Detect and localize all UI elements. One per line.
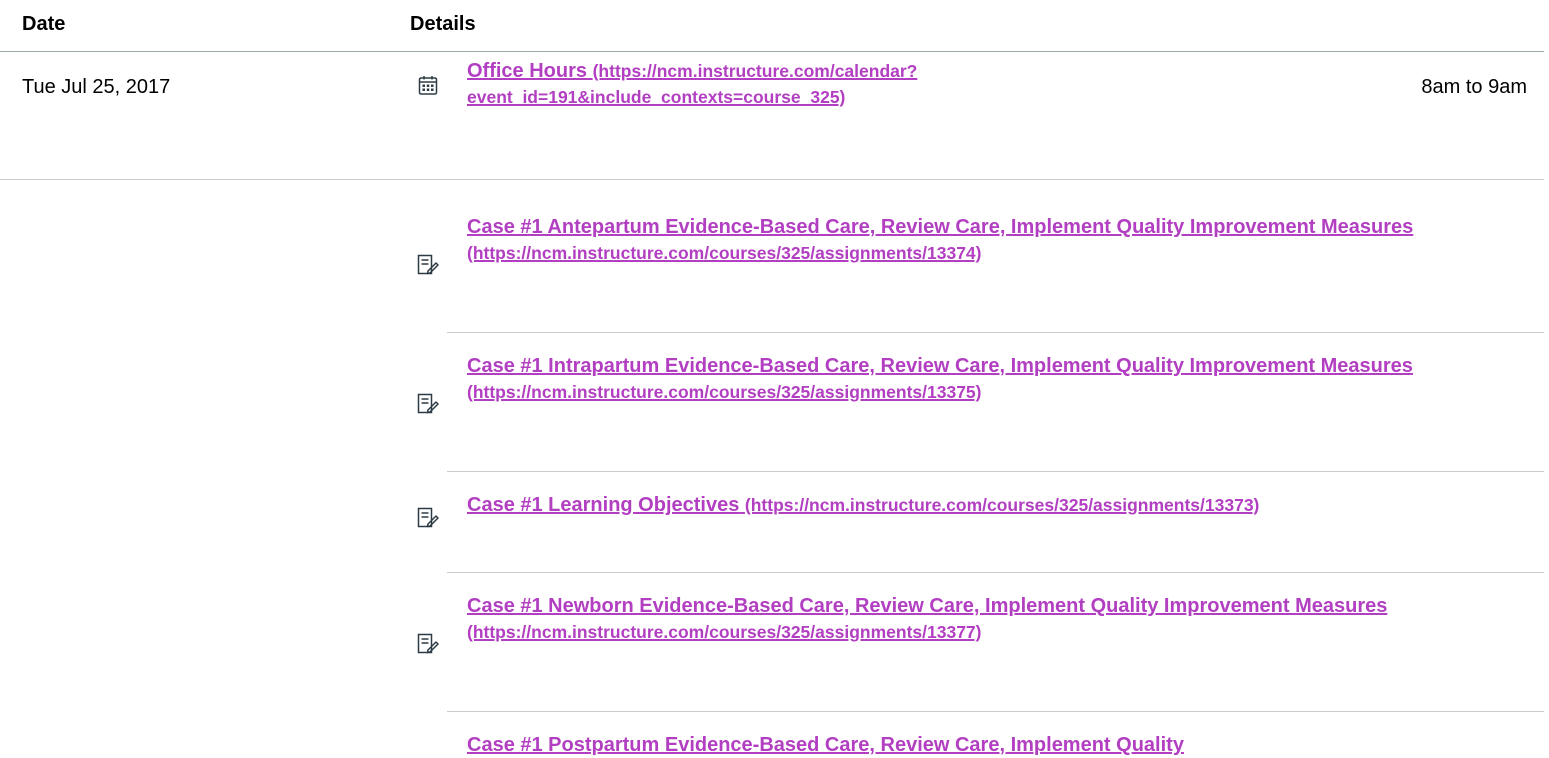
item-divider [447,572,1544,573]
row-date: Tue Jul 25, 2017 [22,76,171,98]
assignment-url: (https://ncm.instructure.com/courses/325… [467,243,982,263]
assignment-icon [417,393,439,415]
assignment-title: Case #1 Postpartum Evidence-Based Care, … [467,734,1184,756]
assignment-link[interactable]: Case #1 Intrapartum Evidence-Based Care,… [467,353,1467,405]
row-divider [0,179,1544,180]
assignment-url: (https://ncm.instructure.com/courses/325… [467,382,982,402]
assignment-title: Case #1 Antepartum Evidence-Based Care, … [467,216,1414,238]
calendar-icon [417,74,439,96]
assignment-icon [417,633,439,655]
table-header: Date Details [0,0,1544,52]
assignment-link[interactable]: Case #1 Learning Objectives (https://ncm… [467,492,1287,518]
assignment-title: Case #1 Learning Objectives [467,494,740,516]
assignment-url: (https://ncm.instructure.com/courses/325… [744,495,1260,515]
event-time: 8am to 9am [1421,76,1527,98]
event-title: Office Hours [467,60,588,82]
item-divider [447,711,1544,712]
assignment-icon [417,507,439,529]
assignment-link[interactable]: Case #1 Newborn Evidence-Based Care, Rev… [467,593,1467,645]
assignment-link[interactable]: Case #1 Postpartum Evidence-Based Care, … [467,732,1467,758]
assignment-title: Case #1 Newborn Evidence-Based Care, Rev… [467,595,1388,617]
item-divider [447,332,1544,333]
calendar-event-item: Office Hours (https://ncm.instructure.co… [417,58,1544,178]
assignment-icon [417,254,439,276]
assignment-title: Case #1 Intrapartum Evidence-Based Care,… [467,355,1413,377]
assignment-url: (https://ncm.instructure.com/courses/325… [467,622,982,642]
event-link-office-hours[interactable]: Office Hours (https://ncm.instructure.co… [467,58,1167,110]
column-header-date: Date [22,13,66,35]
item-divider [447,471,1544,472]
column-header-details: Details [410,13,476,35]
assignment-link[interactable]: Case #1 Antepartum Evidence-Based Care, … [467,214,1467,266]
